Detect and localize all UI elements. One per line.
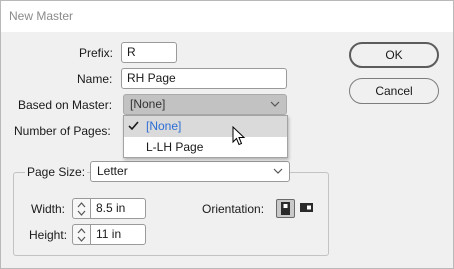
landscape-orientation-icon [300,203,313,212]
mouse-pointer-icon [232,126,246,146]
chevron-down-icon [273,168,283,174]
width-stepper[interactable] [72,198,90,219]
prefix-field[interactable]: R [121,42,177,63]
height-field[interactable]: 11 in [90,224,146,245]
cancel-button[interactable]: Cancel [349,78,439,104]
portrait-orientation-icon [281,202,290,215]
new-master-dialog: New Master Prefix: R Name: RH Page Based… [0,0,454,269]
dialog-title: New Master [9,9,74,23]
based-on-master-label: Based on Master: [18,98,113,112]
number-of-pages-label: Number of Pages: [14,124,111,138]
dropdown-option-label: [None] [146,119,182,133]
landscape-orientation-button[interactable] [298,199,317,218]
chevron-down-icon [270,101,280,107]
name-field[interactable]: RH Page [121,68,287,89]
width-field[interactable]: 8.5 in [90,198,146,219]
title-bar: New Master [1,1,453,32]
prefix-label: Prefix: [79,46,114,60]
based-on-master-value: [None] [130,97,166,111]
dropdown-option-none[interactable]: [None] [124,116,287,137]
page-size-label: Page Size: [25,165,88,179]
height-stepper[interactable] [72,224,90,245]
stepper-arrows-icon [77,228,86,242]
height-label: Height: [29,228,68,242]
based-on-master-select[interactable]: [None] [123,94,287,115]
dropdown-option-l-lh-page[interactable]: L-LH Page [124,137,287,158]
portrait-orientation-button[interactable] [276,199,295,218]
page-size-select[interactable]: Letter [90,161,290,182]
orientation-label: Orientation: [202,202,265,216]
dropdown-option-label: L-LH Page [146,140,204,154]
based-on-master-dropdown-menu: [None] L-LH Page [123,115,288,158]
page-size-value: Letter [97,164,128,178]
stepper-arrows-icon [77,202,86,216]
checkmark-icon [128,121,139,131]
ok-button[interactable]: OK [349,42,439,68]
width-label: Width: [31,202,66,216]
name-label: Name: [77,72,113,86]
